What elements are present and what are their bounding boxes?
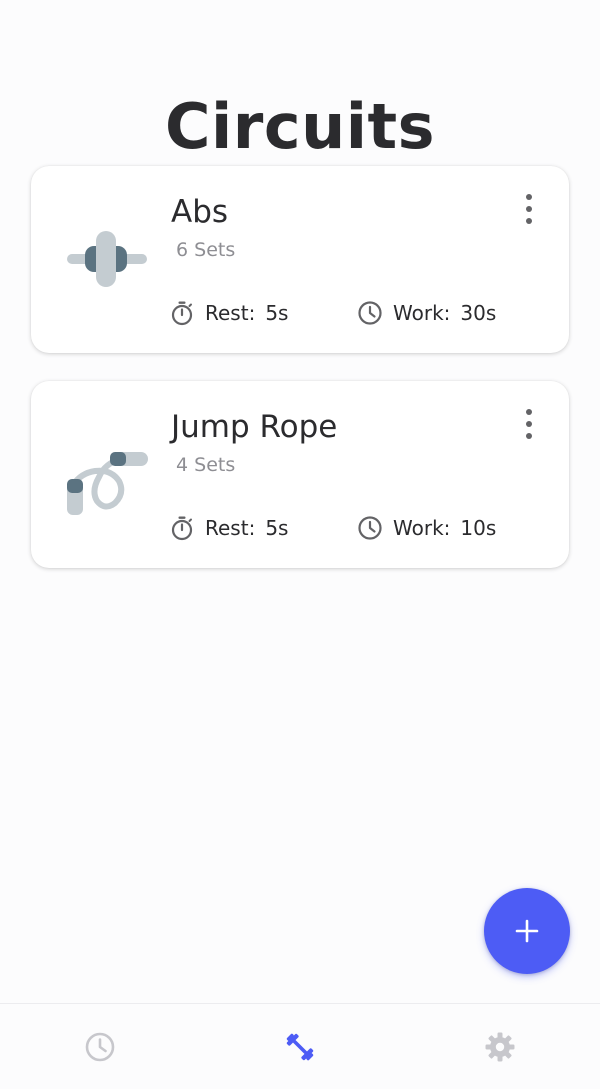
rest-label: Rest: (205, 301, 256, 325)
more-vert-icon (526, 194, 532, 200)
work-label: Work: (393, 516, 451, 540)
more-options-button[interactable] (519, 194, 539, 224)
nav-history-tab[interactable] (83, 1030, 117, 1064)
circuit-title: Jump Rope (171, 409, 338, 445)
work-label: Work: (393, 301, 451, 325)
rest-stat: Rest: 5s (169, 300, 288, 326)
rest-value: 5s (265, 516, 289, 540)
ab-roller-icon (65, 218, 149, 302)
stopwatch-icon (171, 301, 193, 326)
work-value: 10s (460, 516, 497, 540)
circuit-sets: 6 Sets (176, 239, 236, 261)
stopwatch-icon (171, 516, 193, 541)
clock-icon (358, 301, 382, 325)
work-stat: Work: 30s (357, 300, 496, 326)
more-options-button[interactable] (519, 409, 539, 439)
work-stat: Work: 10s (357, 515, 496, 541)
page-title: Circuits (164, 89, 435, 163)
circuit-card-abs[interactable]: Abs 6 Sets Rest: 5s Work: 30s (31, 166, 569, 353)
dumbbell-icon (286, 1033, 314, 1061)
bottom-navigation (0, 1003, 600, 1089)
circuit-title: Abs (171, 194, 229, 230)
work-value: 30s (460, 301, 497, 325)
more-vert-icon (526, 409, 532, 415)
jump-rope-icon (65, 433, 149, 517)
plus-icon (515, 919, 539, 943)
circuit-sets: 4 Sets (176, 454, 236, 476)
rest-value: 5s (265, 301, 289, 325)
nav-settings-tab[interactable] (483, 1030, 517, 1064)
nav-circuits-tab[interactable] (283, 1030, 317, 1064)
gear-icon (485, 1032, 515, 1062)
clock-icon (358, 516, 382, 540)
clock-icon (85, 1032, 115, 1062)
rest-stat: Rest: 5s (169, 515, 288, 541)
add-circuit-button[interactable] (484, 888, 570, 974)
rest-label: Rest: (205, 516, 256, 540)
circuit-card-jump-rope[interactable]: Jump Rope 4 Sets Rest: 5s Work: 10s (31, 381, 569, 568)
